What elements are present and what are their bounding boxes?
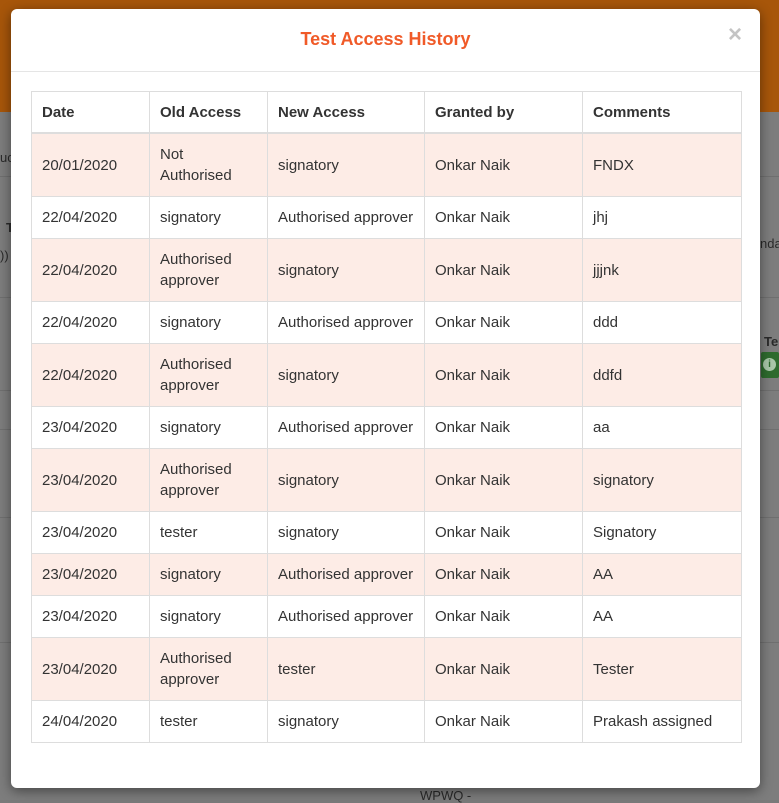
cell-new-access: tester <box>267 637 425 701</box>
close-icon[interactable]: × <box>728 23 742 47</box>
access-history-table-wrapper: Date Old Access New Access Granted by Co… <box>31 91 742 743</box>
cell-date: 23/04/2020 <box>31 595 150 638</box>
table-header-row: Date Old Access New Access Granted by Co… <box>31 91 742 134</box>
cell-comment: ddfd <box>582 343 742 407</box>
cell-comment: AA <box>582 553 742 596</box>
cell-granted-by: Onkar Naik <box>424 196 583 239</box>
table-row: 23/04/2020 Authorised approver signatory… <box>31 448 742 512</box>
cell-date: 22/04/2020 <box>31 343 150 407</box>
cell-comment: Tester <box>582 637 742 701</box>
cell-comment: ddd <box>582 301 742 344</box>
cell-new-access: Authorised approver <box>267 301 425 344</box>
column-header-granted-by: Granted by <box>424 91 583 134</box>
cell-comment: jjjnk <box>582 238 742 302</box>
cell-granted-by: Onkar Naik <box>424 595 583 638</box>
cell-new-access: signatory <box>267 132 425 197</box>
cell-granted-by: Onkar Naik <box>424 343 583 407</box>
cell-granted-by: Onkar Naik <box>424 132 583 197</box>
table-row: 22/04/2020 Authorised approver signatory… <box>31 238 742 302</box>
cell-comment: signatory <box>582 448 742 512</box>
cell-new-access: signatory <box>267 700 425 743</box>
cell-old-access: signatory <box>149 406 268 449</box>
table-row: 23/04/2020 signatory Authorised approver… <box>31 595 742 638</box>
cell-granted-by: Onkar Naik <box>424 448 583 512</box>
column-header-old-access: Old Access <box>149 91 268 134</box>
background-text-fragment: nda <box>760 236 779 251</box>
cell-date: 23/04/2020 <box>31 553 150 596</box>
cell-new-access: Authorised approver <box>267 595 425 638</box>
info-icon: i <box>763 358 776 371</box>
table-row: 22/04/2020 signatory Authorised approver… <box>31 196 742 239</box>
cell-date: 23/04/2020 <box>31 637 150 701</box>
table-row: 23/04/2020 signatory Authorised approver… <box>31 553 742 596</box>
table-row: 23/04/2020 tester signatory Onkar Naik S… <box>31 511 742 554</box>
access-history-modal: Test Access History × Date Old Access Ne… <box>11 9 760 788</box>
cell-new-access: Authorised approver <box>267 196 425 239</box>
cell-granted-by: Onkar Naik <box>424 301 583 344</box>
access-history-table: Date Old Access New Access Granted by Co… <box>31 91 742 743</box>
cell-date: 20/01/2020 <box>31 132 150 197</box>
column-header-date: Date <box>31 91 150 134</box>
cell-old-access: signatory <box>149 553 268 596</box>
cell-old-access: Not Authorised <box>149 132 268 197</box>
modal-header: Test Access History × <box>11 9 760 72</box>
background-text-fragment: WPWQ - <box>420 788 472 803</box>
cell-old-access: tester <box>149 700 268 743</box>
cell-comment: Prakash assigned <box>582 700 742 743</box>
cell-comment: aa <box>582 406 742 449</box>
cell-old-access: signatory <box>149 595 268 638</box>
cell-date: 23/04/2020 <box>31 448 150 512</box>
table-row: 22/04/2020 Authorised approver signatory… <box>31 343 742 407</box>
cell-date: 23/04/2020 <box>31 511 150 554</box>
column-header-new-access: New Access <box>267 91 425 134</box>
cell-date: 22/04/2020 <box>31 301 150 344</box>
cell-granted-by: Onkar Naik <box>424 553 583 596</box>
cell-granted-by: Onkar Naik <box>424 511 583 554</box>
table-row: 22/04/2020 signatory Authorised approver… <box>31 301 742 344</box>
table-row: 23/04/2020 Authorised approver tester On… <box>31 637 742 701</box>
cell-old-access: signatory <box>149 301 268 344</box>
cell-comment: jhj <box>582 196 742 239</box>
cell-date: 24/04/2020 <box>31 700 150 743</box>
cell-new-access: signatory <box>267 343 425 407</box>
cell-new-access: Authorised approver <box>267 406 425 449</box>
cell-old-access: Authorised approver <box>149 343 268 407</box>
cell-old-access: Authorised approver <box>149 448 268 512</box>
cell-granted-by: Onkar Naik <box>424 406 583 449</box>
modal-title: Test Access History <box>300 29 471 49</box>
table-row: 20/01/2020 Not Authorised signatory Onka… <box>31 132 742 197</box>
cell-granted-by: Onkar Naik <box>424 238 583 302</box>
cell-old-access: Authorised approver <box>149 637 268 701</box>
cell-new-access: signatory <box>267 238 425 302</box>
column-header-comments: Comments <box>582 91 742 134</box>
background-text-fragment: )) <box>0 248 9 263</box>
cell-new-access: signatory <box>267 448 425 512</box>
cell-date: 23/04/2020 <box>31 406 150 449</box>
cell-old-access: Authorised approver <box>149 238 268 302</box>
cell-old-access: signatory <box>149 196 268 239</box>
cell-granted-by: Onkar Naik <box>424 637 583 701</box>
cell-date: 22/04/2020 <box>31 238 150 302</box>
background-text-fragment: Te <box>764 334 779 349</box>
cell-new-access: Authorised approver <box>267 553 425 596</box>
cell-date: 22/04/2020 <box>31 196 150 239</box>
cell-comment: Signatory <box>582 511 742 554</box>
table-row: 24/04/2020 tester signatory Onkar Naik P… <box>31 700 742 743</box>
cell-old-access: tester <box>149 511 268 554</box>
cell-comment: FNDX <box>582 132 742 197</box>
cell-new-access: signatory <box>267 511 425 554</box>
cell-comment: AA <box>582 595 742 638</box>
table-row: 23/04/2020 signatory Authorised approver… <box>31 406 742 449</box>
cell-granted-by: Onkar Naik <box>424 700 583 743</box>
